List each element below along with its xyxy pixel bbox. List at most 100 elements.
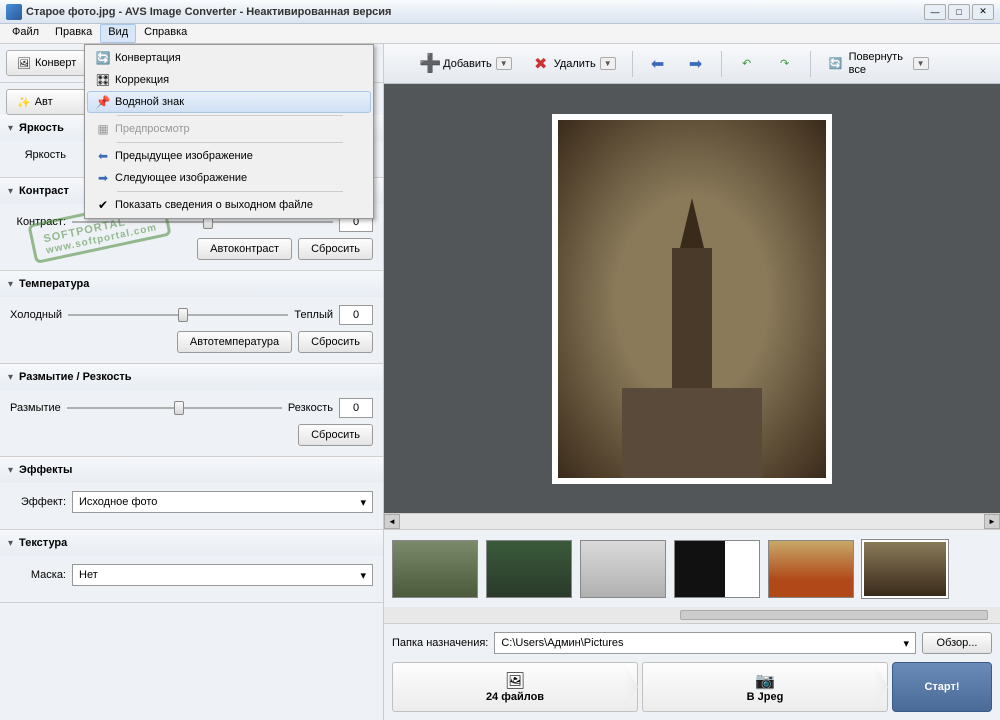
- correction-icon: 🎛: [91, 73, 115, 87]
- sharp-label: Резкость: [288, 402, 333, 414]
- start-button[interactable]: Старт!: [892, 662, 992, 712]
- thumbnail[interactable]: [674, 540, 760, 598]
- blur-slider[interactable]: [67, 399, 282, 417]
- panel-temperature: ▾Температура Холодный Теплый Автотемпера…: [0, 271, 383, 364]
- close-button[interactable]: ✕: [972, 4, 994, 20]
- browse-button[interactable]: Обзор...: [922, 632, 992, 654]
- thumbnail[interactable]: [768, 540, 854, 598]
- add-button[interactable]: ➕Добавить▼: [413, 49, 520, 79]
- rotate-all-icon: 🔄: [827, 55, 845, 73]
- menu-help[interactable]: Справка: [136, 24, 195, 43]
- autotemperature-button[interactable]: Автотемпература: [177, 331, 292, 353]
- scroll-left-button[interactable]: ◄: [384, 514, 400, 529]
- files-icon: 🖼: [505, 671, 525, 691]
- window-title: Старое фото.jpg - AVS Image Converter - …: [26, 6, 924, 18]
- dd-next-image[interactable]: ➡Следующее изображение: [87, 167, 371, 189]
- dd-correction[interactable]: 🎛Коррекция: [87, 69, 371, 91]
- rotate-all-button[interactable]: 🔄Повернуть все▼: [819, 49, 937, 79]
- chevron-down-icon[interactable]: ▼: [600, 57, 616, 70]
- delete-button[interactable]: ✖Удалить▼: [524, 49, 624, 79]
- effect-select[interactable]: Исходное фото▾: [72, 491, 373, 513]
- arrow-right-icon: ➡: [687, 55, 705, 73]
- panel-header-texture[interactable]: ▾Текстура: [0, 530, 383, 556]
- chevron-down-icon: ▾: [8, 538, 13, 549]
- app-icon: [6, 4, 22, 20]
- arrow-left-icon: ⬅: [91, 149, 115, 163]
- bottom-panel: Папка назначения: C:\Users\Админ\Picture…: [384, 623, 1000, 720]
- dd-prev-image[interactable]: ⬅Предыдущее изображение: [87, 145, 371, 167]
- panel-texture: ▾Текстура Маска: Нет▾: [0, 530, 383, 603]
- panel-header-blur[interactable]: ▾Размытие / Резкость: [0, 364, 383, 390]
- chevron-down-icon: ▾: [8, 123, 13, 134]
- brightness-label: Яркость: [10, 149, 66, 161]
- preview-icon: ▦: [91, 122, 115, 136]
- contrast-reset-button[interactable]: Сбросить: [298, 238, 373, 260]
- blur-input[interactable]: [339, 398, 373, 418]
- next-button[interactable]: ➡: [679, 49, 713, 79]
- rotate-cw-icon: ↷: [776, 55, 794, 73]
- rotate-cw-button[interactable]: ↷: [768, 49, 802, 79]
- scroll-right-button[interactable]: ►: [984, 514, 1000, 529]
- blur-label: Размытие: [10, 402, 61, 414]
- thumbnail[interactable]: [580, 540, 666, 598]
- mask-label: Маска:: [10, 569, 66, 581]
- check-icon: ✔: [91, 198, 115, 212]
- mask-select[interactable]: Нет▾: [72, 564, 373, 586]
- destination-input[interactable]: C:\Users\Админ\Pictures▾: [494, 632, 916, 654]
- temperature-input[interactable]: [339, 305, 373, 325]
- rotate-ccw-button[interactable]: ↶: [730, 49, 764, 79]
- thumbnail[interactable]: [486, 540, 572, 598]
- thumbnail-selected[interactable]: [862, 540, 948, 598]
- thumbnail[interactable]: [392, 540, 478, 598]
- titlebar: Старое фото.jpg - AVS Image Converter - …: [0, 0, 1000, 24]
- plus-icon: ➕: [421, 55, 439, 73]
- pin-icon: 📌: [91, 95, 115, 109]
- menu-view[interactable]: Вид: [100, 24, 136, 43]
- chevron-down-icon: ▾: [8, 372, 13, 383]
- separator: [117, 115, 343, 116]
- tab-convert[interactable]: 🖼Конверт: [6, 50, 87, 76]
- dd-watermark[interactable]: 📌Водяной знак: [87, 91, 371, 113]
- view-dropdown: 🔄Конвертация 🎛Коррекция 📌Водяной знак ▦П…: [84, 44, 374, 219]
- chevron-down-icon[interactable]: ▼: [496, 57, 512, 70]
- separator: [117, 191, 343, 192]
- delete-icon: ✖: [532, 55, 550, 73]
- dd-convert[interactable]: 🔄Конвертация: [87, 47, 371, 69]
- preview-hscroll[interactable]: ◄ ►: [384, 513, 1000, 529]
- blur-reset-button[interactable]: Сбросить: [298, 424, 373, 446]
- rotate-ccw-icon: ↶: [738, 55, 756, 73]
- menu-edit[interactable]: Правка: [47, 24, 100, 43]
- panel-blur: ▾Размытие / Резкость Размытие Резкость С…: [0, 364, 383, 457]
- prev-button[interactable]: ⬅: [641, 49, 675, 79]
- contrast-label: Контраст:: [10, 216, 66, 228]
- autocontrast-button[interactable]: Автоконтраст: [197, 238, 292, 260]
- minimize-button[interactable]: —: [924, 4, 946, 20]
- maximize-button[interactable]: □: [948, 4, 970, 20]
- thumbnail-strip: [384, 529, 1000, 607]
- toolbar: ➕Добавить▼ ✖Удалить▼ ⬅ ➡ ↶ ↷ 🔄Повернуть …: [384, 44, 1000, 84]
- chevron-down-icon: ▾: [360, 496, 366, 509]
- chevron-down-icon: ▾: [8, 465, 13, 476]
- dd-preview: ▦Предпросмотр: [87, 118, 371, 140]
- dd-show-info[interactable]: ✔Показать сведения о выходном файле: [87, 194, 371, 216]
- effect-label: Эффект:: [10, 496, 66, 508]
- panel-header-effects[interactable]: ▾Эффекты: [0, 457, 383, 483]
- files-summary[interactable]: 🖼 24 файлов: [392, 662, 638, 712]
- convert-icon: 🔄: [91, 51, 115, 65]
- chevron-down-icon: ▾: [360, 569, 366, 582]
- thumb-scrollbar[interactable]: [384, 607, 1000, 623]
- menu-file[interactable]: Файл: [4, 24, 47, 43]
- chevron-down-icon: ▾: [8, 279, 13, 290]
- chevron-down-icon[interactable]: ▼: [913, 57, 929, 70]
- temperature-slider[interactable]: [68, 306, 288, 324]
- separator: [632, 51, 633, 77]
- menubar: Файл Правка Вид Справка: [0, 24, 1000, 44]
- arrow-right-icon: ➡: [91, 171, 115, 185]
- format-summary[interactable]: 📷 В Jpeg: [642, 662, 888, 712]
- convert-icon: 🖼: [17, 57, 31, 70]
- preview-area: [384, 84, 1000, 513]
- arrow-left-icon: ⬅: [649, 55, 667, 73]
- panel-header-temperature[interactable]: ▾Температура: [0, 271, 383, 297]
- camera-icon: 📷: [755, 671, 775, 691]
- temperature-reset-button[interactable]: Сбросить: [298, 331, 373, 353]
